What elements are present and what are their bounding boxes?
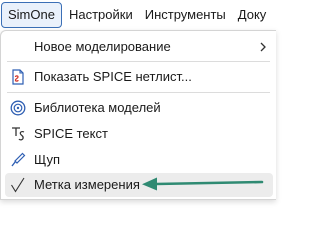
- menu-item-new-simulation[interactable]: Новое моделирование: [5, 35, 273, 59]
- netlist-document-icon: [9, 68, 27, 86]
- menu-bar: SimOne Настройки Инструменты Доку: [0, 0, 277, 30]
- menu-item-label: Библиотека моделей: [34, 100, 161, 115]
- menu-item-show-spice-netlist[interactable]: Показать SPICE нетлист...: [5, 65, 273, 89]
- menu-separator: [7, 92, 270, 93]
- checkmark-icon: [9, 176, 27, 194]
- menu-item-label: Щуп: [34, 152, 61, 167]
- menu-item-probe[interactable]: Щуп: [5, 148, 273, 172]
- menu-simone[interactable]: SimOne: [1, 2, 62, 28]
- menu-tools[interactable]: Инструменты: [140, 2, 231, 28]
- menu-item-measurement-label[interactable]: Метка измерения: [5, 173, 273, 197]
- menu-settings[interactable]: Настройки: [64, 2, 138, 28]
- app-window: SimOne Настройки Инструменты Доку Новое …: [0, 0, 277, 200]
- chevron-right-icon: [260, 42, 266, 52]
- menu-item-label: Показать SPICE нетлист...: [34, 69, 192, 84]
- menu-item-label: SPICE текст: [34, 126, 108, 141]
- menu-item-spice-text[interactable]: SPICE текст: [5, 122, 273, 146]
- simone-dropdown-menu: Новое моделирование Показать SPICE нетли…: [0, 30, 276, 200]
- probe-icon: [9, 151, 27, 169]
- menu-separator: [7, 61, 270, 62]
- menu-item-label: Новое моделирование: [34, 39, 171, 54]
- menu-item-model-library[interactable]: Библиотека моделей: [5, 96, 273, 120]
- model-library-icon: [9, 99, 27, 117]
- menu-docs[interactable]: Доку: [233, 2, 272, 28]
- menu-item-label: Метка измерения: [34, 177, 140, 192]
- spice-text-icon: [9, 125, 27, 143]
